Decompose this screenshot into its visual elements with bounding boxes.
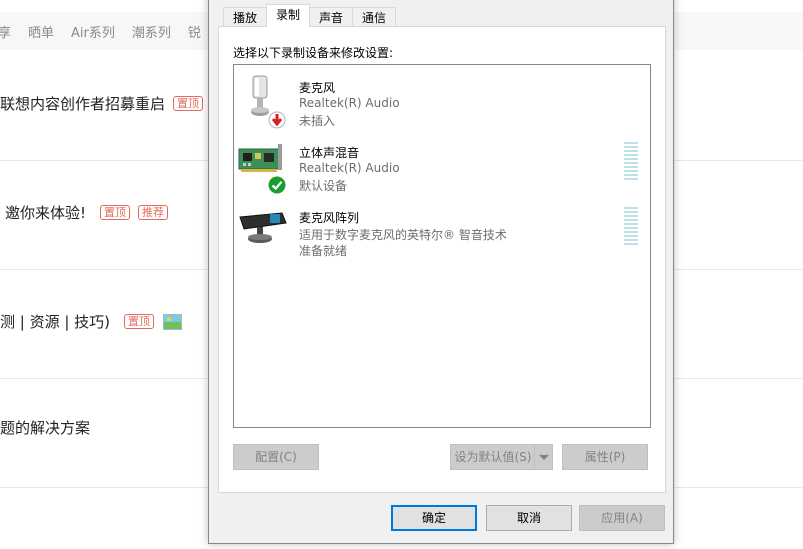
post-title[interactable]: 联想内容创作者招募重启 xyxy=(0,93,165,114)
nav-item-showoff[interactable]: 晒单 xyxy=(28,22,54,41)
recording-panel: 选择以下录制设备来修改设置: 麦克风 Realtek(R) Audio 未插入 … xyxy=(218,26,666,493)
device-name: 麦克风 xyxy=(299,81,336,95)
sound-dialog: 播放 录制 声音 通信 选择以下录制设备来修改设置: 麦克风 Realtek(R… xyxy=(208,0,674,544)
device-name: 立体声混音 xyxy=(299,146,360,160)
pinned-tag: 置顶 xyxy=(124,314,155,329)
tab-communications[interactable]: 通信 xyxy=(352,7,397,27)
properties-button[interactable]: 属性(P) xyxy=(562,444,648,470)
post-title[interactable]: 测 | 资源 | 技巧) xyxy=(0,311,110,332)
tab-recording[interactable]: 录制 xyxy=(266,4,311,27)
recommended-tag: 推荐 xyxy=(138,205,169,220)
device-driver: Realtek(R) Audio xyxy=(299,96,400,110)
device-name: 麦克风阵列 xyxy=(299,211,360,225)
post-title[interactable]: 邀你来体验! xyxy=(5,202,86,223)
microphone-array-icon xyxy=(238,199,290,257)
device-status: 准备就绪 xyxy=(299,244,348,258)
cancel-button[interactable]: 取消 xyxy=(486,505,572,531)
set-default-button[interactable]: 设为默认值(S) xyxy=(450,444,553,470)
tab-sounds[interactable]: 声音 xyxy=(309,7,354,27)
nav-item-share[interactable]: 享 xyxy=(0,22,11,41)
device-status: 未插入 xyxy=(299,114,336,128)
tab-playback[interactable]: 播放 xyxy=(223,7,268,27)
configure-button[interactable]: 配置(C) xyxy=(233,444,319,470)
pinned-tag: 置顶 xyxy=(173,96,204,111)
device-status: 默认设备 xyxy=(299,179,348,193)
image-icon xyxy=(163,313,183,330)
device-item-microphone-array[interactable]: 麦克风阵列 适用于数字麦克风的英特尔® 智音技术 准备就绪 xyxy=(234,199,650,263)
unplugged-badge-icon xyxy=(268,111,286,133)
tab-bar: 播放 录制 声音 通信 xyxy=(223,4,397,27)
post-title[interactable]: 题的解决方案 xyxy=(0,417,90,438)
device-item-microphone[interactable]: 麦克风 Realtek(R) Audio 未插入 xyxy=(234,69,650,133)
level-meter xyxy=(624,207,638,247)
nav-item-chao[interactable]: 潮系列 xyxy=(132,22,171,41)
level-meter xyxy=(624,142,638,182)
device-driver: Realtek(R) Audio xyxy=(299,161,400,175)
instruction-text: 选择以下录制设备来修改设置: xyxy=(233,46,394,60)
pinned-tag: 置顶 xyxy=(100,205,131,220)
set-default-label: 设为默认值(S) xyxy=(454,450,532,464)
device-driver: 适用于数字麦克风的英特尔® 智音技术 xyxy=(299,228,507,242)
nav-item-rui[interactable]: 锐 xyxy=(188,22,201,41)
device-item-stereo-mix[interactable]: 立体声混音 Realtek(R) Audio 默认设备 xyxy=(234,134,650,198)
ok-button[interactable]: 确定 xyxy=(391,505,477,531)
default-check-icon xyxy=(268,176,286,198)
chevron-down-icon[interactable] xyxy=(534,445,552,469)
recording-device-list[interactable]: 麦克风 Realtek(R) Audio 未插入 立体声混音 Realtek(R… xyxy=(233,64,651,428)
apply-button[interactable]: 应用(A) xyxy=(579,505,665,531)
nav-item-air[interactable]: Air系列 xyxy=(71,22,115,41)
